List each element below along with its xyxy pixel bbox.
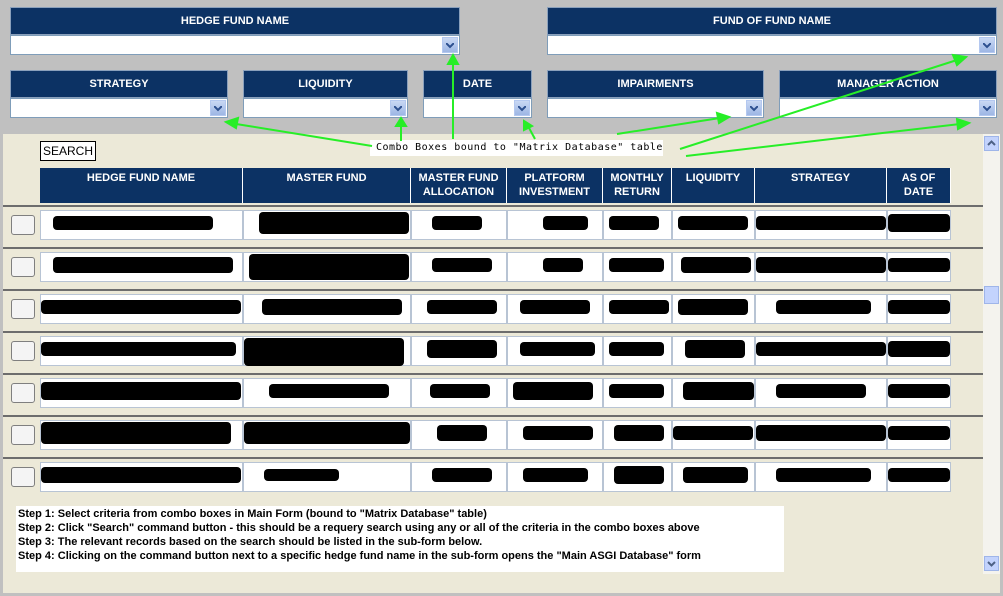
- arrow-to-fund-of-fund-name: [679, 59, 958, 150]
- callout-arrows: [223, 52, 972, 157]
- arrow-to-manager-action: [685, 123, 961, 157]
- arrow-to-impairments: [616, 117, 721, 135]
- arrow-to-strategy: [229, 122, 373, 147]
